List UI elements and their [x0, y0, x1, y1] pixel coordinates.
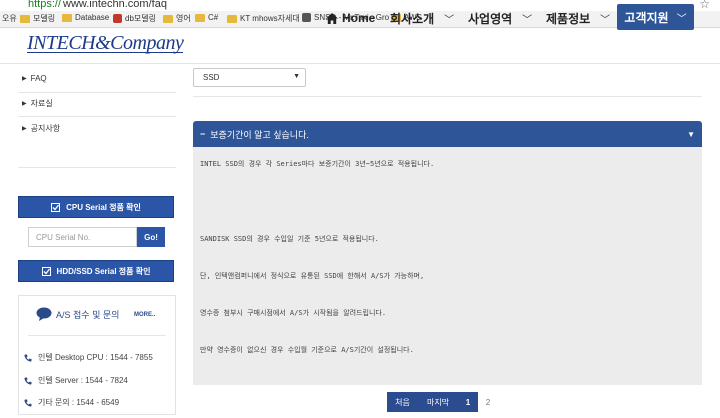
ssd-serial-check-button[interactable]: HDD/SSD Serial 정품 확인 [18, 260, 174, 282]
nav-business-label: 사업영역 [468, 11, 513, 26]
url-scheme: https:// [28, 0, 62, 10]
bookmark-item[interactable]: KT mhows자세대 [227, 13, 300, 24]
go-button[interactable]: Go! [137, 227, 165, 247]
triangle-right-icon: ▶ [22, 76, 27, 82]
phone-icon [24, 399, 32, 407]
bookmark-item[interactable]: C# [195, 13, 218, 22]
favicon-icon [302, 13, 311, 22]
folder-icon [227, 14, 237, 23]
faq-question-text: 보증기간이 알고 싶습니다. [210, 129, 309, 140]
minus-icon: − [200, 129, 206, 139]
favicon-icon [113, 14, 122, 23]
chevron-down-icon: ﹀ [522, 14, 533, 26]
triangle-right-icon: ▶ [22, 101, 27, 107]
sidebar-item-faq[interactable]: ▶ FAQ [22, 74, 47, 83]
nav-support[interactable]: 고객지원 ﹀ [617, 4, 694, 30]
answer-paragraph: SANDISK SSD의 경우 수입일 기준 5년으로 적용됩니다. [200, 235, 379, 243]
answer-paragraph: INTEL SSD의 경우 각 Series마다 보증기간이 3년~5년으로 적… [200, 160, 435, 168]
pager-first-button[interactable]: 처음 [387, 392, 418, 412]
bookmark-item[interactable]: 영어 [163, 13, 191, 24]
answer-paragraph: 만약 영수증이 없으신 경우 수입월 기준으로 A/S기간이 설정됩니다. [200, 346, 414, 354]
as-more-link[interactable]: MORE.. [134, 312, 155, 318]
bookmark-star-icon[interactable]: ☆ [699, 0, 710, 11]
phone-desktop-cpu: 인텔 Desktop CPU : 1544 - 7855 [24, 352, 153, 363]
pager-last-button[interactable]: 마지막 [418, 392, 458, 412]
sidebar-item-notice[interactable]: ▶ 공지사항 [22, 123, 60, 134]
pager-page-1[interactable]: 1 [458, 392, 478, 412]
nav-about[interactable]: 회사소개 ﹀ [390, 5, 454, 31]
checkbox-icon [41, 266, 51, 276]
answer-paragraph: 단, 인텍앤컴퍼니에서 정식으로 유통된 SSD에 한해서 A/S가 가능하며, [200, 272, 425, 280]
as-title[interactable]: A/S 접수 및 문의 [36, 307, 119, 321]
home-icon [326, 12, 338, 24]
chat-bubble-icon [36, 307, 52, 321]
nav-products[interactable]: 제품정보 ﹀ [546, 5, 610, 31]
phone-icon [24, 354, 32, 362]
nav-home[interactable]: Home [326, 5, 375, 31]
phone-other: 기타 문의 : 1544 - 6549 [24, 397, 119, 408]
divider [18, 92, 176, 93]
divider [18, 167, 176, 168]
folder-icon [163, 14, 173, 23]
checkbox-icon [51, 202, 61, 212]
as-title-label: A/S 접수 및 문의 [56, 309, 120, 320]
chevron-down-icon: ﹀ [676, 13, 687, 25]
sidebar-item-archive[interactable]: ▶ 자료실 [22, 98, 53, 109]
ssd-serial-check-label: HDD/SSD Serial 정품 확인 [56, 266, 151, 276]
url-text[interactable]: www.intechn.com/faq [63, 0, 167, 10]
cpu-serial-input[interactable]: CPU Serial No. [28, 227, 137, 247]
chevron-down-icon: ﹀ [600, 14, 611, 26]
category-select[interactable]: SSD ▼ [193, 68, 306, 87]
divider [18, 116, 176, 117]
faq-question-header[interactable]: − 보증기간이 알고 싶습니다. ▼ [193, 121, 702, 147]
triangle-right-icon: ▶ [22, 126, 27, 132]
phone-icon [24, 377, 32, 385]
dropdown-arrow-icon: ▼ [293, 73, 300, 80]
nav-about-label: 회사소개 [390, 11, 435, 26]
company-logo[interactable]: INTECH&Company [27, 32, 184, 55]
bookmark-item[interactable]: 오유 [2, 13, 17, 24]
folder-icon [20, 14, 30, 23]
divider [28, 335, 166, 336]
nav-business[interactable]: 사업영역 ﹀ [468, 5, 532, 31]
answer-paragraph: 영수증 첨부시 구매시점에서 A/S가 시작됨을 알려드립니다. [200, 309, 387, 317]
divider [193, 96, 702, 97]
bookmark-item[interactable]: db모델링 [113, 13, 156, 24]
cpu-serial-check-label: CPU Serial 정품 확인 [66, 202, 141, 212]
caret-down-icon: ▼ [687, 130, 695, 139]
category-select-value: SSD [203, 73, 220, 82]
bookmark-item[interactable]: Database [62, 13, 109, 22]
cpu-serial-check-button[interactable]: CPU Serial 정품 확인 [18, 196, 174, 218]
phone-server: 인텔 Server : 1544 - 7824 [24, 375, 128, 386]
folder-icon [195, 13, 205, 22]
bookmark-item[interactable]: 모델링 [20, 13, 55, 24]
nav-home-label: Home [342, 11, 376, 25]
chevron-down-icon: ﹀ [444, 14, 455, 26]
folder-icon [62, 13, 72, 22]
nav-support-label: 고객지원 [624, 10, 669, 25]
nav-products-label: 제품정보 [546, 11, 591, 26]
site-header: INTECH&Company [0, 28, 720, 64]
pager-page-2[interactable]: 2 [478, 392, 498, 412]
